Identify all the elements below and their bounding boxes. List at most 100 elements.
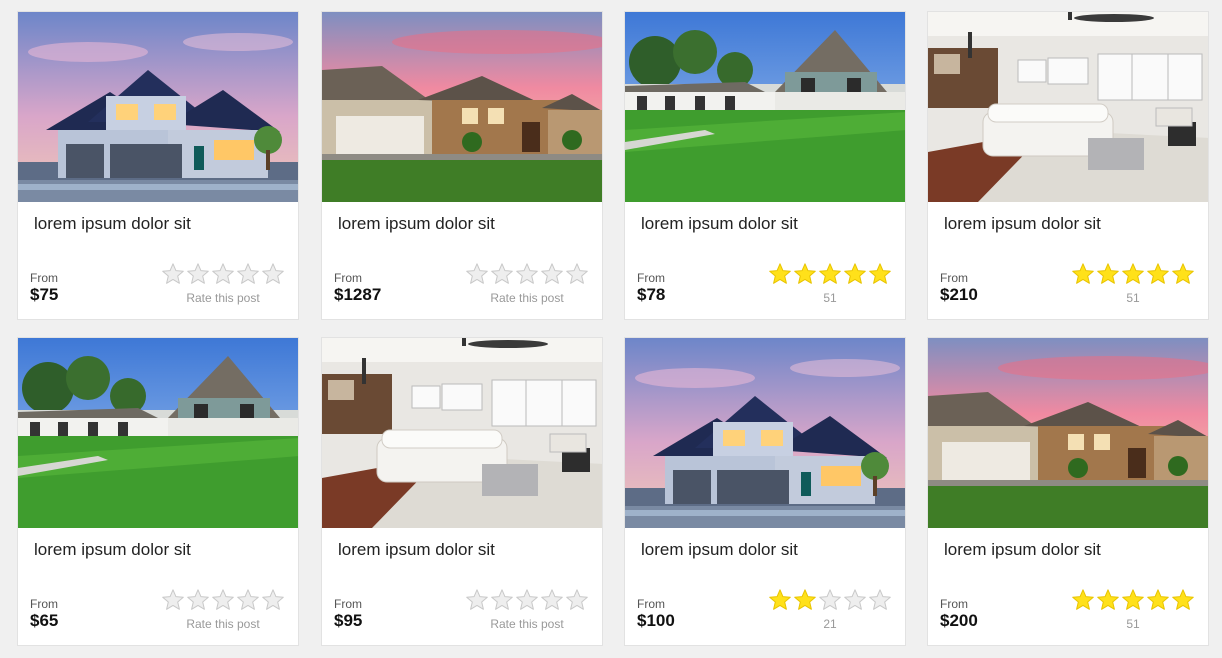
star-rating[interactable]: 51 [767,262,893,305]
house-photo-image [18,338,298,528]
house-photo-image [625,12,905,202]
listing-grid: lorem ipsum dolor sit From $75 Rate this… [0,0,1222,658]
star-empty-icon[interactable] [161,588,185,612]
star-row[interactable] [767,588,893,612]
price-from-label: From [940,271,968,285]
rating-caption: 51 [1126,291,1140,305]
price-from-label: From [940,597,968,611]
listing-card[interactable]: lorem ipsum dolor sit From $75 Rate this… [17,11,299,320]
star-row[interactable] [1070,588,1196,612]
star-empty-icon[interactable] [515,588,539,612]
star-empty-icon[interactable] [465,588,489,612]
star-filled-icon[interactable] [1096,588,1120,612]
star-rating[interactable]: Rate this post [464,262,590,305]
star-filled-icon[interactable] [1071,262,1095,286]
house-photo-image [322,338,602,528]
star-filled-icon[interactable] [1146,588,1170,612]
star-row[interactable] [464,262,590,286]
star-empty-icon[interactable] [843,588,867,612]
house-photo-image [928,338,1208,528]
star-empty-icon[interactable] [261,262,285,286]
price-from-label: From [637,597,665,611]
listing-price: $100 [637,611,675,630]
star-empty-icon[interactable] [236,262,260,286]
listing-card[interactable]: lorem ipsum dolor sit From $100 21 [624,337,906,646]
star-rating[interactable]: 51 [1070,262,1196,305]
listing-title[interactable]: lorem ipsum dolor sit [641,540,891,560]
star-empty-icon[interactable] [186,262,210,286]
listing-price: $65 [30,611,59,630]
star-empty-icon[interactable] [565,262,589,286]
listing-card[interactable]: lorem ipsum dolor sit From $65 Rate this… [17,337,299,646]
price-from-label: From [334,271,362,285]
listing-price: $200 [940,611,978,630]
star-rating[interactable]: Rate this post [160,588,286,631]
star-filled-icon[interactable] [793,262,817,286]
listing-photo[interactable] [18,12,298,202]
listing-card[interactable]: lorem ipsum dolor sit From $210 51 [927,11,1209,320]
star-empty-icon[interactable] [211,262,235,286]
star-filled-icon[interactable] [1096,262,1120,286]
listing-card[interactable]: lorem ipsum dolor sit From $78 51 [624,11,906,320]
star-filled-icon[interactable] [1121,262,1145,286]
star-filled-icon[interactable] [1071,588,1095,612]
star-empty-icon[interactable] [236,588,260,612]
star-row[interactable] [1070,262,1196,286]
listing-title[interactable]: lorem ipsum dolor sit [338,540,588,560]
listing-title[interactable]: lorem ipsum dolor sit [34,214,284,234]
star-filled-icon[interactable] [1171,262,1195,286]
star-empty-icon[interactable] [818,588,842,612]
listing-photo[interactable] [625,12,905,202]
listing-photo[interactable] [928,12,1208,202]
price-from-label: From [334,597,362,611]
star-empty-icon[interactable] [565,588,589,612]
star-filled-icon[interactable] [818,262,842,286]
star-filled-icon[interactable] [768,262,792,286]
rating-caption: 51 [1126,617,1140,631]
star-rating[interactable]: 21 [767,588,893,631]
listing-price: $210 [940,285,978,304]
house-photo-image [18,12,298,202]
listing-photo[interactable] [928,338,1208,528]
star-empty-icon[interactable] [868,588,892,612]
star-filled-icon[interactable] [843,262,867,286]
star-empty-icon[interactable] [211,588,235,612]
star-rating[interactable]: Rate this post [160,262,286,305]
listing-card[interactable]: lorem ipsum dolor sit From $1287 Rate th… [321,11,603,320]
star-row[interactable] [160,262,286,286]
star-empty-icon[interactable] [515,262,539,286]
star-filled-icon[interactable] [868,262,892,286]
listing-title[interactable]: lorem ipsum dolor sit [34,540,284,560]
star-filled-icon[interactable] [793,588,817,612]
star-empty-icon[interactable] [261,588,285,612]
star-filled-icon[interactable] [1146,262,1170,286]
price-from-label: From [30,271,58,285]
star-row[interactable] [464,588,590,612]
listing-title[interactable]: lorem ipsum dolor sit [944,214,1194,234]
star-rating[interactable]: 51 [1070,588,1196,631]
star-row[interactable] [160,588,286,612]
star-filled-icon[interactable] [768,588,792,612]
star-empty-icon[interactable] [490,588,514,612]
listing-card[interactable]: lorem ipsum dolor sit From $95 Rate this… [321,337,603,646]
listing-title[interactable]: lorem ipsum dolor sit [944,540,1194,560]
listing-title[interactable]: lorem ipsum dolor sit [641,214,891,234]
listing-card[interactable]: lorem ipsum dolor sit From $200 51 [927,337,1209,646]
star-filled-icon[interactable] [1121,588,1145,612]
star-empty-icon[interactable] [186,588,210,612]
listing-photo[interactable] [18,338,298,528]
star-empty-icon[interactable] [465,262,489,286]
star-empty-icon[interactable] [540,262,564,286]
house-photo-image [928,12,1208,202]
star-empty-icon[interactable] [161,262,185,286]
listing-photo[interactable] [625,338,905,528]
star-rating[interactable]: Rate this post [464,588,590,631]
listing-photo[interactable] [322,12,602,202]
listing-photo[interactable] [322,338,602,528]
star-empty-icon[interactable] [540,588,564,612]
price-from-label: From [637,271,665,285]
listing-title[interactable]: lorem ipsum dolor sit [338,214,588,234]
star-filled-icon[interactable] [1171,588,1195,612]
star-empty-icon[interactable] [490,262,514,286]
star-row[interactable] [767,262,893,286]
